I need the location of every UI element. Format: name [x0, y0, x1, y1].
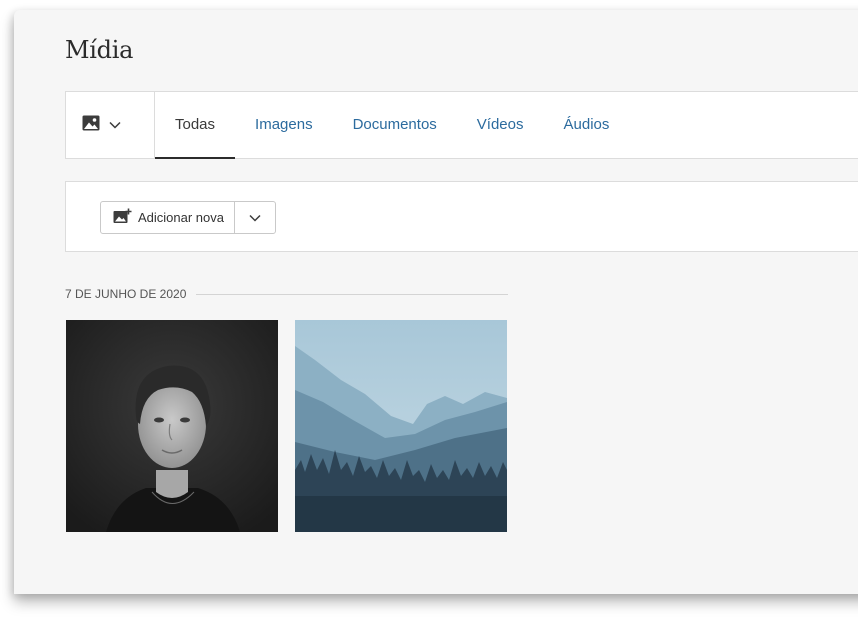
tab-todas[interactable]: Todas — [155, 92, 236, 159]
page-title: Mídia — [65, 36, 134, 64]
add-new-button[interactable]: Adicionar nova — [101, 202, 234, 233]
tab-audios[interactable]: Áudios — [544, 92, 630, 158]
filter-bar: Todas Imagens Documentos Vídeos Áudios — [65, 91, 858, 159]
date-group-header: 7 DE JUNHO DE 2020 — [65, 285, 508, 303]
image-icon — [82, 115, 100, 136]
media-grid — [66, 320, 507, 532]
chevron-down-icon — [249, 209, 261, 227]
mountain-forest-thumbnail — [295, 320, 507, 532]
chevron-down-icon — [109, 116, 121, 134]
date-heading: 7 DE JUNHO DE 2020 — [65, 285, 197, 303]
tab-videos[interactable]: Vídeos — [457, 92, 544, 158]
portrait-thumbnail — [66, 320, 278, 532]
action-bar: Adicionar nova — [65, 181, 858, 252]
add-image-icon — [113, 208, 132, 227]
media-type-toggle[interactable] — [66, 92, 155, 158]
media-tabs: Todas Imagens Documentos Vídeos Áudios — [155, 92, 630, 159]
tab-imagens[interactable]: Imagens — [235, 92, 333, 158]
media-library-window: Mídia Todas Imagens Documentos Vídeos Áu… — [14, 10, 858, 594]
add-new-options-toggle[interactable] — [234, 202, 275, 233]
media-item-landscape[interactable] — [295, 320, 507, 532]
tab-documentos[interactable]: Documentos — [333, 92, 457, 158]
add-new-split-button: Adicionar nova — [100, 201, 276, 234]
add-new-label: Adicionar nova — [138, 210, 224, 225]
media-item-portrait[interactable] — [66, 320, 278, 532]
